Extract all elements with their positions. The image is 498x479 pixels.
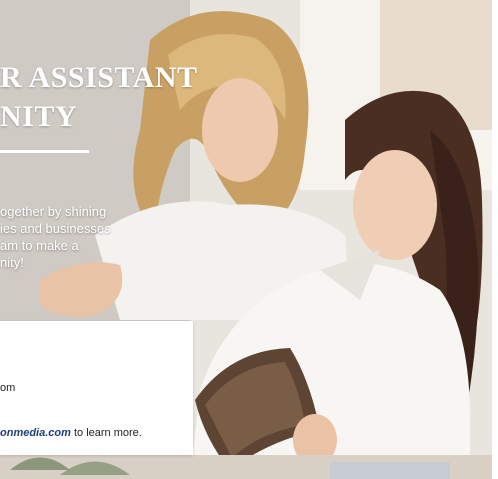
headline-line-2: NITY: [0, 100, 78, 133]
body-copy: ogether by shining ies and businesses am…: [0, 203, 160, 271]
ad-banner: R ASSISTANT NITY ogether by shining ies …: [0, 0, 498, 479]
body-line-1: ogether by shining: [0, 204, 107, 219]
body-line-4: nity!: [0, 255, 24, 270]
learn-more-text: onmedia.com to learn more.: [0, 427, 142, 439]
email-fragment[interactable]: om: [0, 382, 15, 394]
learn-more-suffix: to learn more.: [70, 427, 142, 439]
website-link[interactable]: onmedia.com: [0, 427, 71, 439]
info-card: om onmedia.com to learn more.: [0, 321, 193, 455]
body-line-2: ies and businesses: [0, 221, 111, 236]
right-border: [492, 0, 498, 479]
body-line-3: am to make a: [0, 238, 79, 253]
headline-line-1: R ASSISTANT: [0, 61, 198, 94]
headline-underline: [0, 150, 89, 153]
headline: R ASSISTANT NITY: [0, 58, 198, 136]
